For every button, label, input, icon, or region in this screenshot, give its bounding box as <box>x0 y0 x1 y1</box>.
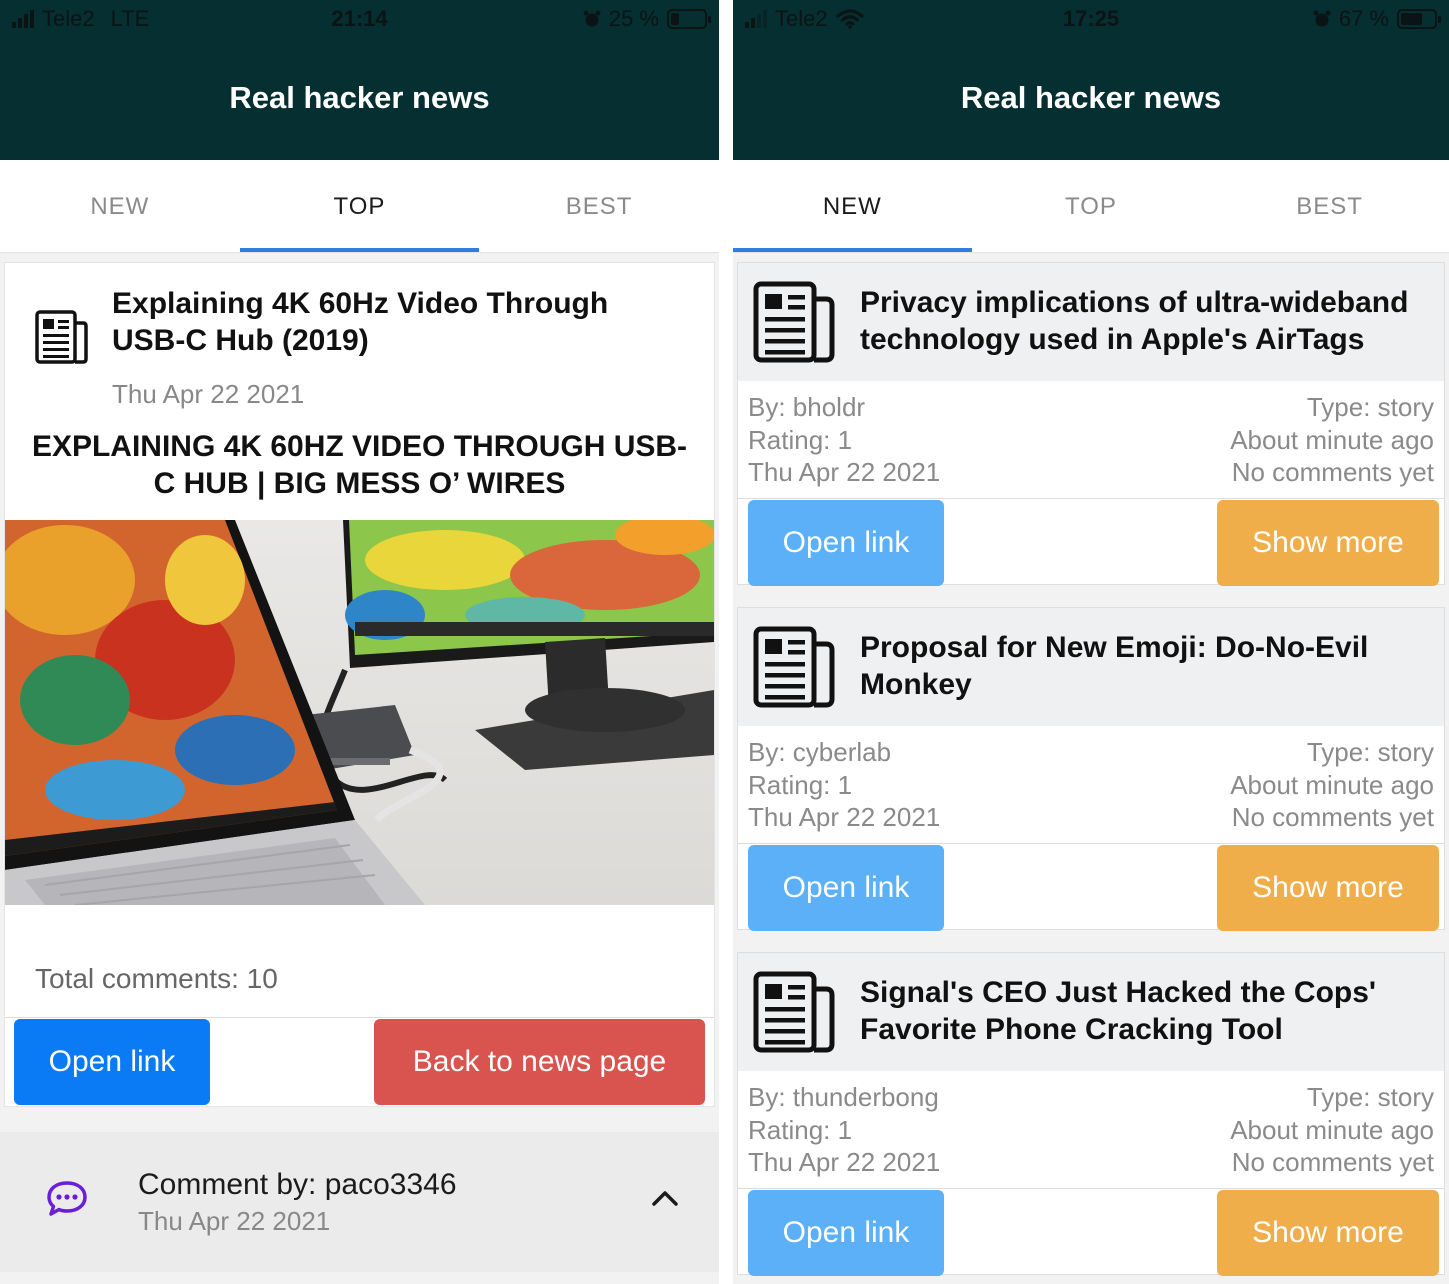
story-rating: Rating: 1 <box>748 1114 853 1145</box>
tab-top[interactable]: TOP <box>972 160 1211 253</box>
right-screen: Tele2 17:25 67 % Real hacker news NEW TO… <box>733 0 1449 1284</box>
story-rating: Rating: 1 <box>748 769 853 800</box>
story-comments: No comments yet <box>1231 1147 1434 1177</box>
app-title: Real hacker news <box>960 80 1222 115</box>
tab-top[interactable]: TOP <box>240 160 480 253</box>
story-title: Explaining 4K 60Hz Video Through USB-C H… <box>112 287 609 357</box>
status-bar: Tele2 LTE 21:14 25 % <box>0 0 719 40</box>
show-more-button[interactable]: Show more <box>1217 1190 1439 1276</box>
story-meta-right: Type: story About minute ago No comments… <box>1230 736 1434 834</box>
tab-best[interactable]: BEST <box>1210 160 1449 253</box>
story-title: Privacy implications of ultra-wideband t… <box>860 286 1409 356</box>
divider <box>738 498 1444 499</box>
total-comments: Total comments: 10 <box>35 963 278 994</box>
story-meta-right: Type: story About minute ago No comments… <box>1230 391 1434 489</box>
app-header: Tele2 LTE 21:14 25 % Real hacker news <box>0 0 719 160</box>
article-heading: EXPLAINING 4K 60HZ VIDEO THROUGH USB-C H… <box>31 430 688 500</box>
comment-item[interactable]: Comment by: paco3346 Thu Apr 22 2021 <box>0 1132 719 1272</box>
story-comments: No comments yet <box>1231 802 1434 832</box>
story-type: Type: story <box>1306 1082 1434 1112</box>
screen-divider <box>719 0 733 1284</box>
story-comments: No comments yet <box>1231 457 1434 487</box>
story-date: Thu Apr 22 2021 <box>748 802 941 832</box>
app-header: Tele2 17:25 67 % Real hacker news <box>733 0 1449 160</box>
story-card-header: Privacy implications of ultra-wideband t… <box>738 263 1444 381</box>
comment-author: Comment by: paco3346 <box>138 1168 457 1201</box>
active-tab-indicator <box>733 248 972 252</box>
tab-best[interactable]: BEST <box>479 160 719 253</box>
open-link-button[interactable]: Open link <box>14 1019 210 1105</box>
left-screen: Tele2 LTE 21:14 25 % Real hacker news NE… <box>0 0 719 1284</box>
status-bar: Tele2 17:25 67 % <box>733 0 1449 40</box>
story-author: By: cyberlab <box>748 737 892 767</box>
battery-info: 67 % <box>1313 6 1441 32</box>
open-link-button[interactable]: Open link <box>748 1190 944 1276</box>
story-rating: Rating: 1 <box>748 424 853 455</box>
story-meta-left: By: thunderbong Rating: 1 Thu Apr 22 202… <box>748 1081 940 1179</box>
show-more-button[interactable]: Show more <box>1217 845 1439 931</box>
story-age: About minute ago <box>1230 769 1434 800</box>
story-date: Thu Apr 22 2021 <box>748 457 941 487</box>
story-title: Signal's CEO Just Hacked the Cops' Favor… <box>860 976 1377 1046</box>
story-type: Type: story <box>1306 737 1434 767</box>
comment-date: Thu Apr 22 2021 <box>138 1206 331 1236</box>
newspaper-icon <box>753 626 835 708</box>
story-card: Privacy implications of ultra-wideband t… <box>737 262 1445 586</box>
battery-info: 25 % <box>583 6 711 32</box>
story-age: About minute ago <box>1230 1114 1434 1145</box>
tab-new[interactable]: NEW <box>0 160 240 253</box>
active-tab-indicator <box>239 248 480 252</box>
story-title: Proposal for New Emoji: Do-No-Evil Monke… <box>860 631 1369 701</box>
battery-percent: 25 % <box>608 6 659 31</box>
story-meta-right: Type: story About minute ago No comments… <box>1230 1081 1434 1179</box>
story-date: Thu Apr 22 2021 <box>112 379 305 409</box>
article-image <box>5 520 714 905</box>
tab-bar: NEW TOP BEST <box>733 160 1449 253</box>
story-card-header: Signal's CEO Just Hacked the Cops' Favor… <box>738 953 1444 1071</box>
story-meta-left: By: cyberlab Rating: 1 Thu Apr 22 2021 <box>748 736 940 834</box>
newspaper-icon <box>753 281 835 363</box>
divider <box>5 1017 714 1018</box>
story-author: By: thunderbong <box>748 1082 939 1112</box>
story-card: Signal's CEO Just Hacked the Cops' Favor… <box>737 952 1445 1276</box>
story-detail-card: Explaining 4K 60Hz Video Through USB-C H… <box>4 262 715 1107</box>
divider <box>738 1188 1444 1189</box>
tab-bar: NEW TOP BEST <box>0 160 719 253</box>
open-link-button[interactable]: Open link <box>748 845 944 931</box>
story-type: Type: story <box>1306 392 1434 422</box>
battery-icon <box>1397 9 1441 29</box>
battery-icon <box>667 9 711 29</box>
chat-bubble-icon <box>47 1181 87 1216</box>
open-link-button[interactable]: Open link <box>748 500 944 586</box>
divider <box>738 843 1444 844</box>
battery-percent: 67 % <box>1338 6 1389 31</box>
back-to-news-button[interactable]: Back to news page <box>374 1019 705 1105</box>
tab-new[interactable]: NEW <box>733 160 972 253</box>
story-date: Thu Apr 22 2021 <box>748 1147 941 1177</box>
newspaper-icon <box>753 971 835 1053</box>
story-author: By: bholdr <box>748 392 866 422</box>
story-meta-left: By: bholdr Rating: 1 Thu Apr 22 2021 <box>748 391 940 489</box>
alarm-icon <box>1313 10 1331 27</box>
story-card: Proposal for New Emoji: Do-No-Evil Monke… <box>737 607 1445 931</box>
chevron-up-icon[interactable] <box>650 1186 680 1210</box>
app-title: Real hacker news <box>229 80 490 115</box>
story-age: About minute ago <box>1230 424 1434 455</box>
show-more-button[interactable]: Show more <box>1217 500 1439 586</box>
story-card-header: Proposal for New Emoji: Do-No-Evil Monke… <box>738 608 1444 726</box>
newspaper-icon <box>35 310 88 364</box>
alarm-icon <box>583 10 601 27</box>
